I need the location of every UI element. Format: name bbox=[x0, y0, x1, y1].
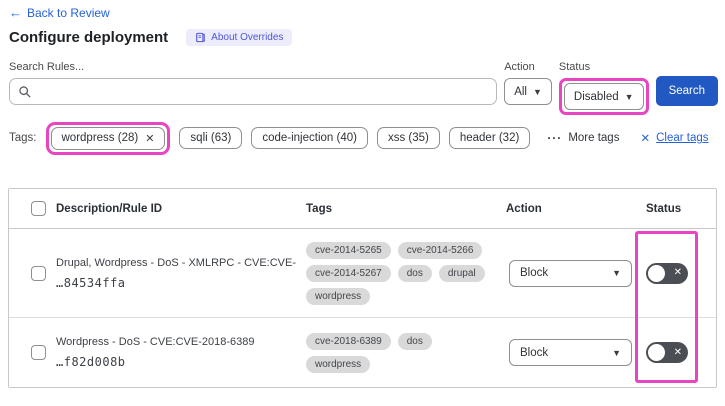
tag-chip-xss[interactable]: xss (35) bbox=[376, 127, 440, 149]
column-header-description: Description/Rule ID bbox=[56, 202, 163, 215]
rule-id: …84534ffa bbox=[56, 275, 126, 290]
toggle-knob bbox=[648, 344, 665, 361]
status-filter-highlight: Disabled ▼ bbox=[558, 78, 649, 115]
rule-tags-cell: cve-2014-5265 cve-2014-5266 cve-2014-526… bbox=[306, 241, 506, 305]
rule-tag-pill: wordpress bbox=[306, 355, 371, 373]
ellipsis-icon: ··· bbox=[547, 131, 563, 145]
more-tags-button[interactable]: ··· More tags bbox=[547, 131, 619, 145]
about-overrides-label: About Overrides bbox=[211, 32, 284, 43]
chevron-down-icon: ▼ bbox=[532, 86, 542, 97]
heading-row: Configure deployment About Overrides bbox=[9, 29, 293, 46]
action-select[interactable]: Block ▼ bbox=[509, 259, 632, 287]
tag-chip-label: wordpress (28) bbox=[61, 132, 139, 144]
back-to-review-link[interactable]: ← Back to Review bbox=[9, 5, 110, 20]
action-select-value: Block bbox=[520, 346, 549, 359]
action-filter-dropdown[interactable]: All ▼ bbox=[504, 78, 552, 105]
status-filter-value: Disabled bbox=[573, 90, 619, 103]
table-row: Drupal, Wordpress - DoS - XMLRPC - CVE:C… bbox=[9, 229, 716, 318]
tags-bar: Tags: wordpress (28) ✕ sqli (63) code-in… bbox=[9, 120, 725, 156]
row-checkbox[interactable] bbox=[31, 265, 46, 281]
action-select-value: Block bbox=[520, 267, 549, 279]
rule-tags-cell: cve-2018-6389 dos wordpress bbox=[306, 332, 506, 373]
toggle-off-icon: ✕ bbox=[673, 346, 682, 358]
toggle-knob bbox=[648, 264, 665, 282]
clear-tags-label: Clear tags bbox=[656, 132, 709, 144]
action-filter-label: Action bbox=[504, 61, 535, 73]
toggle-off-icon: ✕ bbox=[673, 267, 682, 278]
rule-tag-pill: cve-2014-5265 bbox=[306, 241, 391, 259]
clear-x-icon: ✕ bbox=[640, 133, 651, 145]
rule-description: Drupal, Wordpress - DoS - XMLRPC - CVE:C… bbox=[56, 256, 296, 269]
tag-chip-header[interactable]: header (32) bbox=[448, 127, 531, 149]
document-icon bbox=[195, 32, 206, 43]
rule-tag-pill: cve-2018-6389 bbox=[306, 332, 391, 350]
selected-tag-highlight: wordpress (28) ✕ bbox=[45, 121, 171, 155]
column-header-status: Status bbox=[646, 202, 682, 215]
rule-tag-pill: dos bbox=[397, 332, 432, 350]
rule-status-cell: ✕ bbox=[646, 262, 718, 284]
search-rules-box bbox=[9, 78, 498, 105]
rules-table: Description/Rule ID Tags Action Status D… bbox=[8, 188, 717, 388]
action-filter-value: All bbox=[514, 85, 527, 98]
chevron-down-icon: ▼ bbox=[612, 268, 621, 278]
status-toggle[interactable]: ✕ bbox=[646, 342, 688, 363]
filter-controls: Search Rules... Action All ▼ Status Disa… bbox=[9, 61, 718, 115]
search-button[interactable]: Search bbox=[655, 76, 718, 106]
status-filter-label: Status bbox=[558, 61, 591, 73]
tags-bar-label: Tags: bbox=[9, 132, 37, 144]
row-checkbox-cell bbox=[9, 345, 56, 360]
page-title: Configure deployment bbox=[9, 29, 169, 46]
tag-chip-sqli[interactable]: sqli (63) bbox=[179, 127, 243, 149]
action-filter-group: Action All ▼ bbox=[504, 61, 552, 105]
more-tags-label: More tags bbox=[568, 132, 620, 144]
tag-chip-wordpress[interactable]: wordpress (28) ✕ bbox=[50, 126, 166, 150]
tag-chip-code-injection[interactable]: code-injection (40) bbox=[251, 127, 368, 149]
table-row: Wordpress - DoS - CVE:CVE-2018-6389 …f82… bbox=[9, 318, 716, 387]
rule-action-cell: Block ▼ bbox=[506, 259, 646, 287]
clear-tags-button[interactable]: ✕ Clear tags bbox=[640, 131, 708, 145]
search-rules-input[interactable] bbox=[36, 80, 491, 103]
rule-tag-pill: wordpress bbox=[306, 287, 371, 305]
select-all-checkbox[interactable] bbox=[31, 201, 46, 216]
table-header-row: Description/Rule ID Tags Action Status bbox=[9, 189, 716, 229]
back-arrow-icon: ← bbox=[9, 5, 22, 20]
rule-tag-pill: cve-2014-5266 bbox=[397, 241, 483, 259]
back-link-label: Back to Review bbox=[27, 5, 110, 20]
column-header-tags: Tags bbox=[306, 202, 332, 215]
rule-description: Wordpress - DoS - CVE:CVE-2018-6389 bbox=[56, 336, 255, 348]
status-toggle[interactable]: ✕ bbox=[646, 262, 688, 284]
configure-deployment-page: ← Back to Review Configure deployment Ab… bbox=[0, 0, 725, 406]
action-select[interactable]: Block ▼ bbox=[509, 339, 632, 366]
rule-description-cell: Wordpress - DoS - CVE:CVE-2018-6389 …f82… bbox=[56, 336, 306, 369]
status-filter-group: Status Disabled ▼ bbox=[558, 61, 649, 115]
search-rules-label: Search Rules... bbox=[9, 61, 85, 73]
rule-tag-pill: drupal bbox=[438, 264, 485, 282]
select-all-cell bbox=[9, 201, 56, 216]
rule-status-cell: ✕ bbox=[646, 342, 718, 363]
chevron-down-icon: ▼ bbox=[624, 91, 634, 102]
about-overrides-badge[interactable]: About Overrides bbox=[186, 29, 293, 46]
rule-tag-pill: cve-2014-5267 bbox=[306, 264, 391, 282]
rule-id: …f82d008b bbox=[56, 355, 126, 369]
row-checkbox[interactable] bbox=[31, 345, 46, 360]
row-checkbox-cell bbox=[9, 265, 56, 281]
status-filter-dropdown[interactable]: Disabled ▼ bbox=[563, 83, 644, 110]
chevron-down-icon: ▼ bbox=[612, 347, 621, 358]
search-rules-group: Search Rules... bbox=[9, 61, 498, 105]
rule-action-cell: Block ▼ bbox=[506, 339, 646, 366]
rule-description-cell: Drupal, Wordpress - DoS - XMLRPC - CVE:C… bbox=[56, 257, 306, 290]
column-header-action: Action bbox=[506, 202, 542, 215]
remove-tag-icon[interactable]: ✕ bbox=[145, 132, 154, 145]
rule-tag-pill: dos bbox=[397, 264, 432, 282]
